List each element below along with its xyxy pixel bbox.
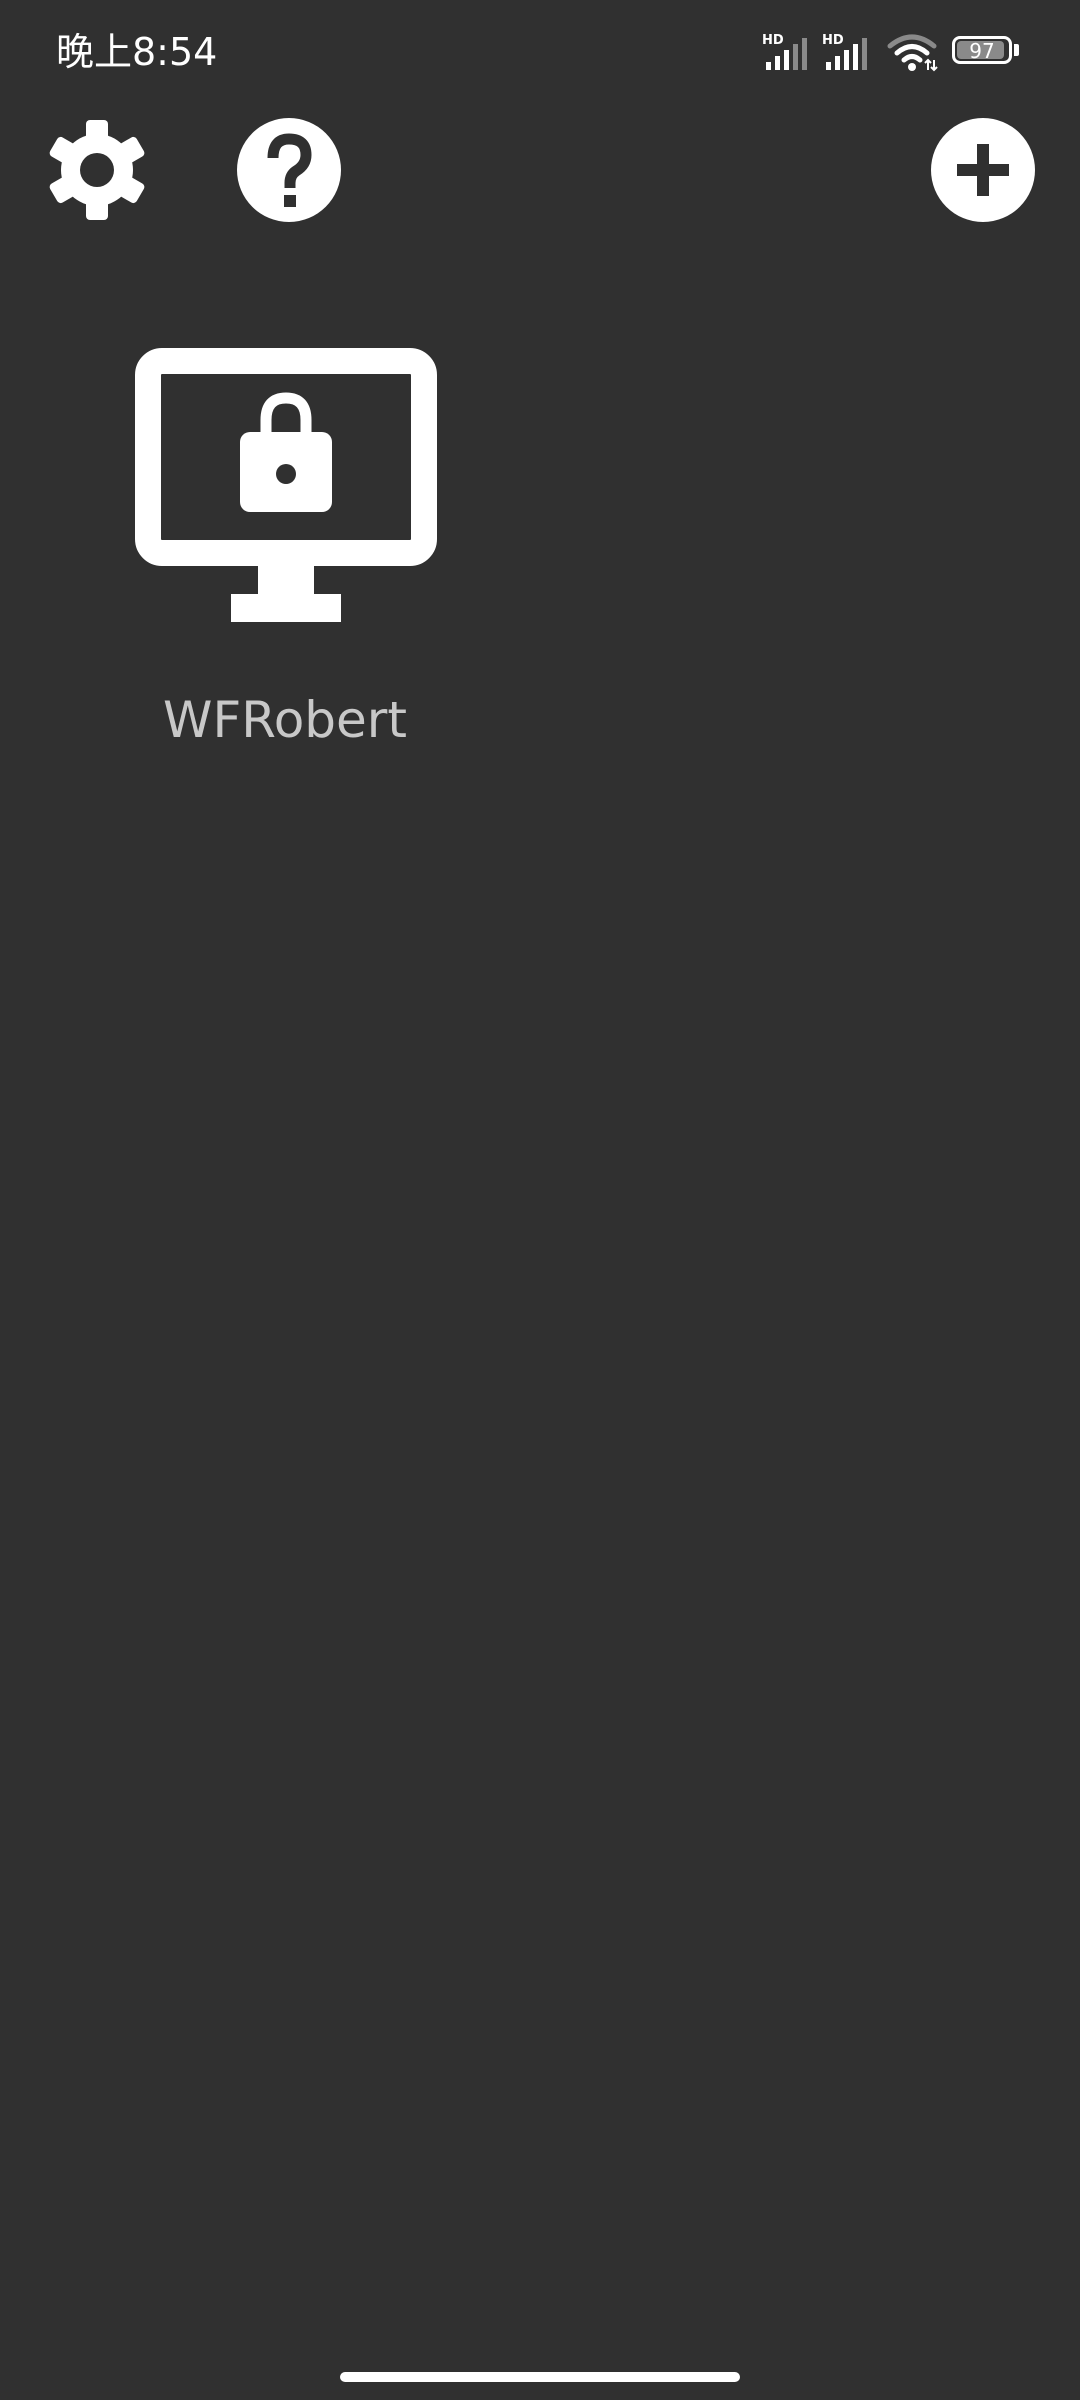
- cellular-signal-icon: HD: [762, 33, 807, 70]
- battery-cap: [1014, 44, 1019, 56]
- signal-2-hd-label: HD: [822, 33, 844, 48]
- question-circle-icon: [237, 118, 341, 222]
- cellular-signal-icon: HD: [822, 33, 867, 70]
- signal-1-hd-label: HD: [762, 33, 784, 48]
- locked-monitor-icon: [135, 348, 437, 622]
- wifi-icon: [887, 34, 938, 72]
- plus-circle-icon: [931, 118, 1035, 222]
- device-tile[interactable]: WFRobert: [120, 340, 450, 760]
- add-connection-button[interactable]: [930, 117, 1036, 223]
- battery-icon: 97: [952, 36, 1012, 64]
- battery-level: 97: [969, 39, 995, 63]
- status-bar: 晚上8:54 HD HD 97: [0, 0, 1080, 100]
- status-time: 晚上8:54: [56, 30, 218, 74]
- gear-icon: [49, 120, 145, 220]
- home-indicator[interactable]: [340, 2372, 740, 2382]
- device-name: WFRobert: [163, 691, 407, 749]
- help-button[interactable]: [236, 117, 342, 223]
- settings-button[interactable]: [44, 117, 150, 223]
